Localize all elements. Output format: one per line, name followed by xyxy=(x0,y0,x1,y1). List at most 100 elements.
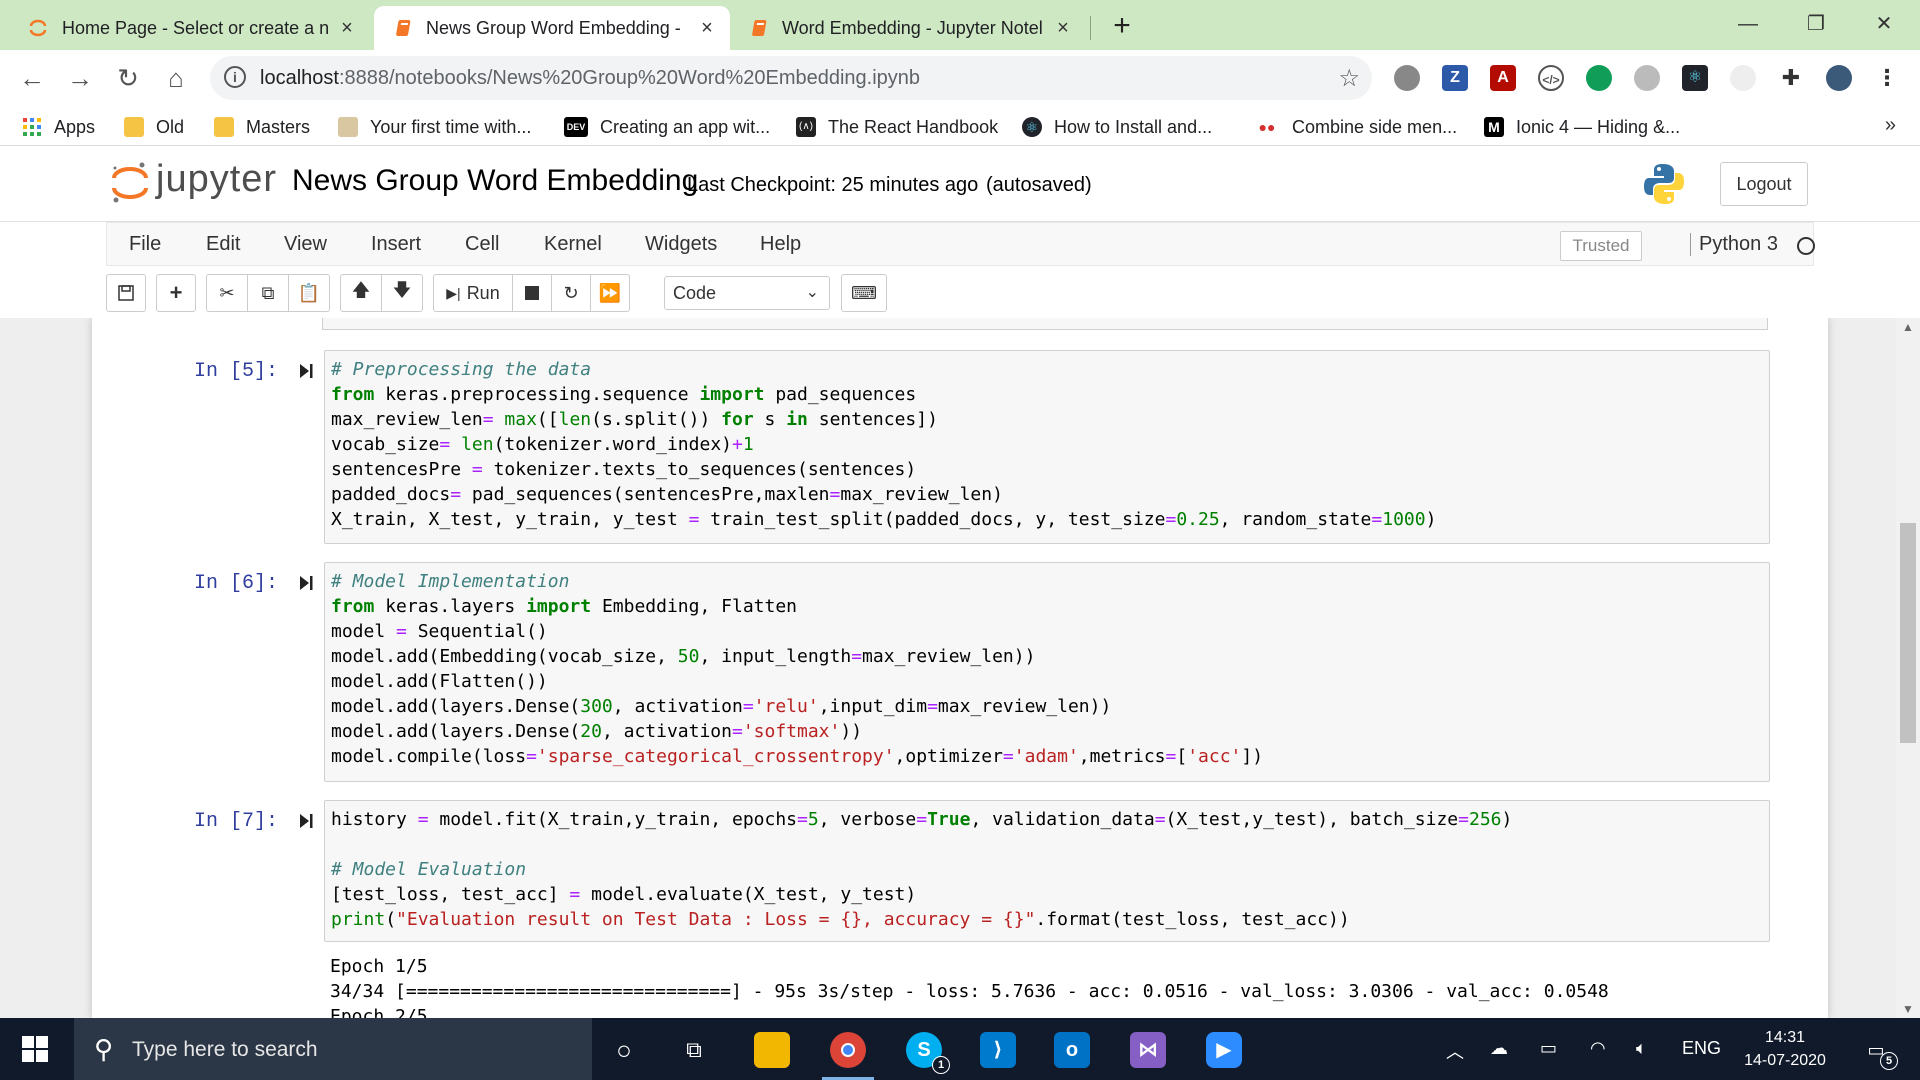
notebook-scroll-area[interactable]: In [5]: # Preprocessing the data from ker… xyxy=(0,318,1920,1018)
kernel-name[interactable]: Python 3 xyxy=(1690,233,1778,256)
bookmark-masters[interactable]: Masters xyxy=(214,114,310,140)
onedrive-icon[interactable]: ☁ xyxy=(1490,1038,1508,1059)
code-line[interactable]: # Model Implementation xyxy=(331,569,1769,594)
code-line[interactable]: model.compile(loss='sparse_categorical_c… xyxy=(331,744,1769,769)
bookmark-star-icon[interactable]: ☆ xyxy=(1338,64,1360,93)
chrome-icon[interactable] xyxy=(822,1032,874,1080)
zotero-extension-icon[interactable]: Z xyxy=(1442,65,1468,91)
code-line[interactable]: padded_docs= pad_sequences(sentencesPre,… xyxy=(331,482,1769,507)
url-text[interactable]: localhost:8888/notebooks/News%20Group%20… xyxy=(260,67,920,90)
run-cell-icon[interactable] xyxy=(298,812,314,830)
code-line[interactable]: history = model.fit(X_train,y_train, epo… xyxy=(331,807,1769,832)
bookmark-first-time[interactable]: Your first time with... xyxy=(338,114,531,140)
code-line[interactable]: max_review_len= max([len(s.split()) for … xyxy=(331,407,1769,432)
menu-file[interactable]: File xyxy=(129,233,161,256)
green-extension-icon[interactable] xyxy=(1586,65,1612,91)
omnibox[interactable]: i localhost:8888/notebooks/News%20Group%… xyxy=(210,56,1372,100)
bookmark-creating-app[interactable]: DEV Creating an app wit... xyxy=(564,114,770,140)
code-line[interactable]: model.add(Flatten()) xyxy=(331,669,1769,694)
bookmark-react-handbook[interactable]: (∧) The React Handbook xyxy=(796,114,998,140)
close-window-button[interactable]: ✕ xyxy=(1854,4,1914,44)
code-cell[interactable]: # Model Implementation from keras.layers … xyxy=(324,562,1770,782)
minimize-button[interactable]: — xyxy=(1718,4,1778,44)
code-line[interactable]: from keras.layers import Embedding, Flat… xyxy=(331,594,1769,619)
windows-start-icon[interactable] xyxy=(22,1036,48,1062)
zoom-icon[interactable]: ▶ xyxy=(1206,1032,1242,1068)
code-line[interactable]: model.add(layers.Dense(300, activation='… xyxy=(331,694,1769,719)
code-line[interactable]: sentencesPre = tokenizer.texts_to_sequen… xyxy=(331,457,1769,482)
fast-forward-icon[interactable]: ⏩ xyxy=(590,274,630,312)
move-down-icon[interactable]: 🡇 xyxy=(381,274,423,312)
notification-center-icon[interactable]: ▭ 5 xyxy=(1858,1032,1898,1070)
file-explorer-icon[interactable] xyxy=(754,1032,790,1068)
code-line[interactable]: # Model Evaluation xyxy=(331,857,1769,882)
close-tab-icon[interactable]: × xyxy=(1054,18,1072,38)
vscode-icon[interactable]: ⟩ xyxy=(980,1032,1016,1068)
paste-icon[interactable]: 📋 xyxy=(288,274,330,312)
notebook-title[interactable]: News Group Word Embedding xyxy=(292,164,698,198)
insert-cell-icon[interactable]: + xyxy=(156,274,196,312)
system-clock[interactable]: 14:31 14-07-2020 xyxy=(1730,1026,1840,1072)
cell-type-select[interactable]: Code ⌄ xyxy=(664,276,830,310)
task-view-icon[interactable]: ⧉ xyxy=(676,1032,712,1068)
forward-arrow-icon[interactable]: → xyxy=(62,60,98,96)
scroll-down-arrow-icon[interactable]: ▼ xyxy=(1902,1002,1914,1016)
code-line[interactable]: [test_loss, test_acc] = model.evaluate(X… xyxy=(331,882,1769,907)
copy-icon[interactable]: ⧉ xyxy=(247,274,289,312)
bookmark-combine-side[interactable]: ●● Combine side men... xyxy=(1254,114,1458,140)
code-line[interactable]: vocab_size= len(tokenizer.word_index)+1 xyxy=(331,432,1769,457)
bookmark-how-to-install[interactable]: ⚛ How to Install and... xyxy=(1022,114,1212,140)
pdf-extension-icon[interactable]: A xyxy=(1490,65,1516,91)
browser-tab-word-embedding[interactable]: Word Embedding - Jupyter Notel × xyxy=(730,6,1086,50)
bookmark-ionic[interactable]: M Ionic 4 — Hiding &... xyxy=(1484,114,1680,140)
code-cell[interactable]: # Preprocessing the data from keras.prepr… xyxy=(324,350,1770,544)
browser-tab-home[interactable]: Home Page - Select or create a n × xyxy=(10,6,370,50)
code-line[interactable]: model = Sequential() xyxy=(331,619,1769,644)
volume-icon[interactable]: 🔈︎ xyxy=(1636,1038,1647,1059)
code-line[interactable]: print("Evaluation result on Test Data : … xyxy=(331,907,1769,932)
save-icon[interactable] xyxy=(106,274,146,312)
wifi-icon[interactable]: ◠ xyxy=(1590,1038,1606,1059)
back-arrow-icon[interactable]: ← xyxy=(14,60,50,96)
move-up-icon[interactable]: 🡅 xyxy=(340,274,382,312)
code-extension-icon[interactable]: </> xyxy=(1538,65,1564,91)
menu-view[interactable]: View xyxy=(284,233,327,256)
page-scrollbar[interactable]: ▲ ▼ xyxy=(1896,318,1920,1018)
close-tab-icon[interactable]: × xyxy=(338,18,356,38)
run-cell-icon[interactable] xyxy=(298,574,314,592)
language-indicator[interactable]: ENG xyxy=(1682,1038,1721,1059)
code-line[interactable]: from keras.preprocessing.sequence import… xyxy=(331,382,1769,407)
browser-menu-icon[interactable]: ⋮ xyxy=(1874,65,1900,91)
profile-avatar[interactable] xyxy=(1826,65,1852,91)
light-extension-icon[interactable] xyxy=(1730,65,1756,91)
gray-extension-icon[interactable] xyxy=(1634,65,1660,91)
bookmarks-overflow-icon[interactable]: » xyxy=(1885,114,1896,137)
restart-icon[interactable]: ↻ xyxy=(551,274,591,312)
code-line[interactable]: X_train, X_test, y_train, y_test = train… xyxy=(331,507,1769,532)
react-devtools-icon[interactable]: ⚛ xyxy=(1682,65,1708,91)
keyboard-shortcuts-icon[interactable]: ⌨ xyxy=(841,274,887,312)
restore-button[interactable]: ❐ xyxy=(1786,4,1846,44)
new-tab-button[interactable]: + xyxy=(1105,10,1139,44)
extension-circle-icon[interactable] xyxy=(1394,65,1420,91)
menu-help[interactable]: Help xyxy=(760,233,801,256)
outlook-icon[interactable]: o xyxy=(1054,1032,1090,1068)
scrollbar-thumb[interactable] xyxy=(1900,523,1916,743)
cut-icon[interactable]: ✂ xyxy=(206,274,248,312)
logout-button[interactable]: Logout xyxy=(1720,162,1808,206)
bookmark-apps[interactable]: Apps xyxy=(22,114,95,140)
code-line[interactable] xyxy=(331,832,1769,857)
menu-insert[interactable]: Insert xyxy=(371,233,421,256)
scroll-up-arrow-icon[interactable]: ▲ xyxy=(1902,320,1914,334)
code-cell[interactable]: history = model.fit(X_train,y_train, epo… xyxy=(324,800,1770,942)
visual-studio-icon[interactable]: ⋈ xyxy=(1130,1032,1166,1068)
cortana-icon[interactable]: ○ xyxy=(606,1032,642,1068)
menu-edit[interactable]: Edit xyxy=(206,233,240,256)
browser-tab-active[interactable]: News Group Word Embedding - × xyxy=(374,6,730,50)
run-cell-icon[interactable] xyxy=(298,362,314,380)
show-hidden-icons-icon[interactable]: ︿ xyxy=(1446,1038,1464,1064)
code-line[interactable]: model.add(Embedding(vocab_size, 50, inpu… xyxy=(331,644,1769,669)
reload-icon[interactable]: ↻ xyxy=(110,60,146,96)
menu-widgets[interactable]: Widgets xyxy=(645,233,717,256)
bookmark-old[interactable]: Old xyxy=(124,114,184,140)
